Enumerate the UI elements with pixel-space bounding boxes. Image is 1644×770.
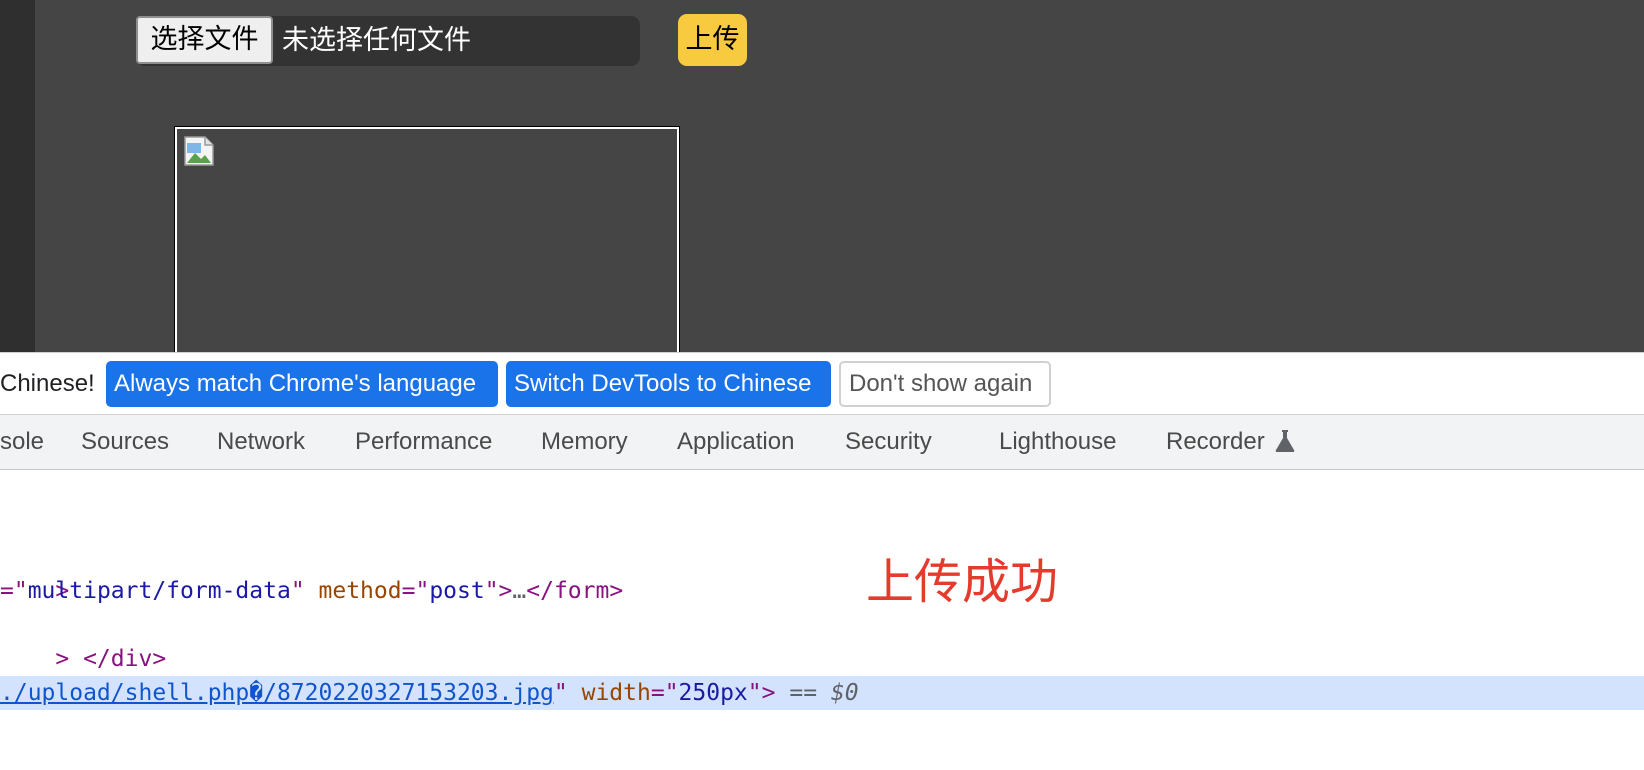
tab-lighthouse[interactable]: Lighthouse <box>999 415 1116 469</box>
code-punct: " <box>553 680 582 706</box>
choose-file-button[interactable]: 选择文件 <box>136 16 273 64</box>
elements-panel: > ="multipart/form-data" method="post">…… <box>0 470 1644 770</box>
dom-node-line-div[interactable]: > </div> <box>0 608 166 672</box>
tab-security[interactable]: Security <box>845 415 932 469</box>
devtools-tab-bar: sole Sources Network Performance Memory … <box>0 414 1644 471</box>
attr-value-width: 250px <box>678 680 748 706</box>
always-match-language-button[interactable]: Always match Chrome's language <box>106 361 498 407</box>
dom-node-line-selected-img[interactable]: ./upload/shell.php�/8720220327153203.jpg… <box>0 676 1644 710</box>
language-message: Chinese! <box>0 370 95 397</box>
upload-success-annotation: 上传成功 <box>866 554 1059 610</box>
attr-value-enctype: multipart/form-data <box>27 578 291 604</box>
tab-performance[interactable]: Performance <box>355 415 492 469</box>
page-viewport: 选择文件 未选择任何文件 上传 <box>0 0 1644 368</box>
code-punct: " <box>290 578 319 604</box>
collapsed-ellipsis[interactable]: … <box>512 578 526 604</box>
tab-network[interactable]: Network <box>217 415 305 469</box>
attr-name-method: method <box>318 578 402 604</box>
dom-node-line-form[interactable]: ="multipart/form-data" method="post">…</… <box>0 574 623 608</box>
upload-button[interactable]: 上传 <box>678 14 747 66</box>
selected-equals: == <box>775 680 831 706</box>
experimental-flask-icon <box>1275 430 1295 452</box>
console-ref-dollar0: $0 <box>830 680 859 706</box>
dom-node-line[interactable]: > <box>0 642 69 706</box>
tab-application[interactable]: Application <box>677 415 794 469</box>
uploaded-image-frame <box>174 126 680 368</box>
img-src-link[interactable]: ./upload/shell.php�/8720220327153203.jpg <box>0 680 554 706</box>
code-punct: "> <box>747 680 776 706</box>
dont-show-again-button[interactable]: Don't show again <box>839 361 1051 407</box>
code-punct: =" <box>650 680 679 706</box>
tab-sources[interactable]: Sources <box>81 415 169 469</box>
dom-node-line[interactable]: > <box>0 540 69 604</box>
attr-value-method: post <box>429 578 485 604</box>
broken-image-icon <box>184 136 214 166</box>
closing-tag-form: </form> <box>526 578 624 604</box>
switch-devtools-chinese-button[interactable]: Switch DevTools to Chinese <box>506 361 831 407</box>
devtools-language-infobar: Chinese! Always match Chrome's language … <box>0 352 1644 415</box>
attr-name-width: width <box>581 680 651 706</box>
tab-memory[interactable]: Memory <box>541 415 628 469</box>
code-punct: =" <box>401 578 430 604</box>
tab-console[interactable]: sole <box>0 415 44 469</box>
closing-tag-div: > </div> <box>55 646 167 672</box>
file-status-text: 未选择任何文件 <box>282 25 471 56</box>
tab-recorder[interactable]: Recorder <box>1166 415 1265 469</box>
page-left-strip <box>0 0 35 352</box>
code-punct: =" <box>0 578 28 604</box>
code-punct: "> <box>484 578 513 604</box>
